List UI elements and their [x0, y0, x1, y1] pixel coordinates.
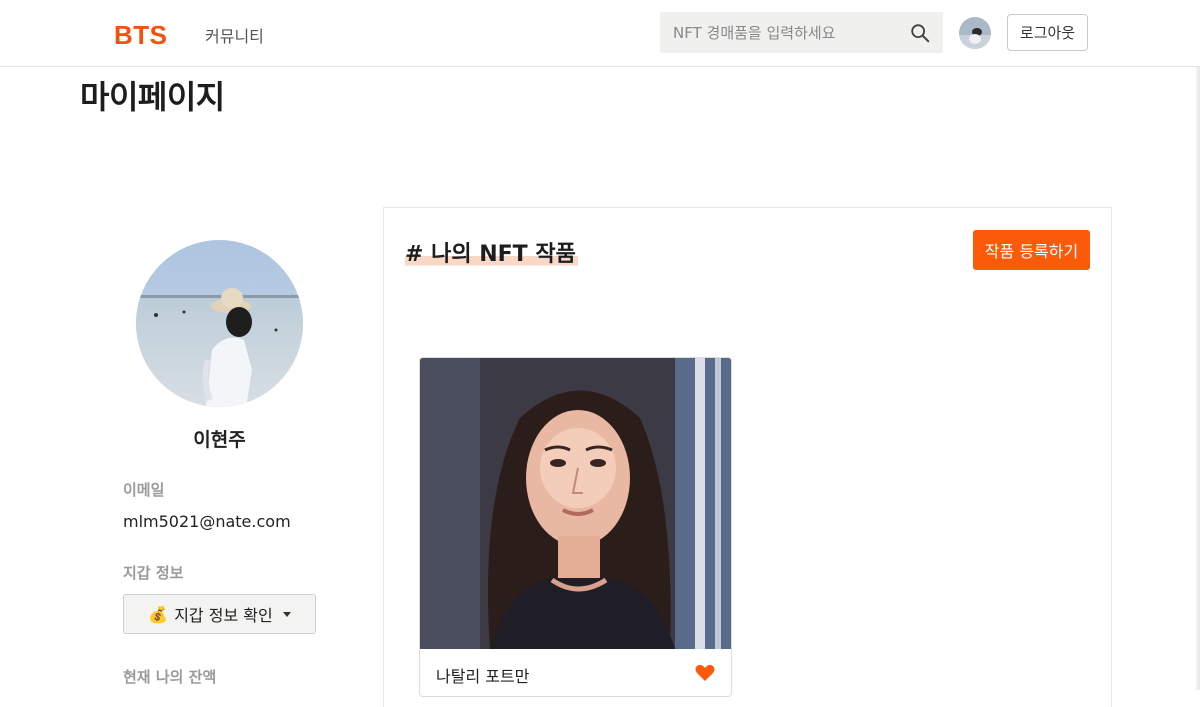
- balance-label: 현재 나의 잔액: [123, 668, 217, 686]
- wallet-label: 지갑 정보: [123, 564, 184, 582]
- search-box: [660, 12, 943, 53]
- logo[interactable]: BTS: [114, 20, 168, 51]
- wallet-info-dropdown[interactable]: 💰 지갑 정보 확인: [123, 594, 316, 634]
- wallet-button-label: 지갑 정보 확인: [174, 606, 273, 625]
- nft-image: [420, 358, 731, 649]
- search-input[interactable]: [660, 12, 900, 53]
- heart-icon[interactable]: [695, 664, 715, 682]
- search-icon[interactable]: [909, 22, 931, 44]
- scrollbar-track[interactable]: [1196, 67, 1200, 690]
- caret-down-icon: [282, 611, 291, 617]
- profile-name: 이현주: [193, 429, 246, 451]
- avatar-image: [959, 17, 991, 49]
- money-bag-icon: 💰: [148, 604, 169, 624]
- user-avatar[interactable]: [959, 17, 991, 49]
- logout-button[interactable]: 로그아웃: [1007, 14, 1088, 51]
- nft-card[interactable]: 나탈리 포트만: [419, 357, 732, 697]
- email-label: 이메일: [123, 481, 165, 499]
- nav-community-link[interactable]: 커뮤니티: [205, 23, 264, 47]
- section-title: # 나의 NFT 작품: [405, 236, 578, 268]
- top-navigation-bar: BTS 커뮤니티 로그아웃: [0, 0, 1200, 67]
- page-title: 마이페이지: [80, 78, 225, 116]
- profile-image: [136, 240, 303, 407]
- nft-title: 나탈리 포트만: [436, 667, 530, 686]
- email-value: mlm5021@nate.com: [123, 512, 291, 531]
- register-artwork-button[interactable]: 작품 등록하기: [973, 230, 1090, 270]
- profile-photo: [136, 240, 303, 407]
